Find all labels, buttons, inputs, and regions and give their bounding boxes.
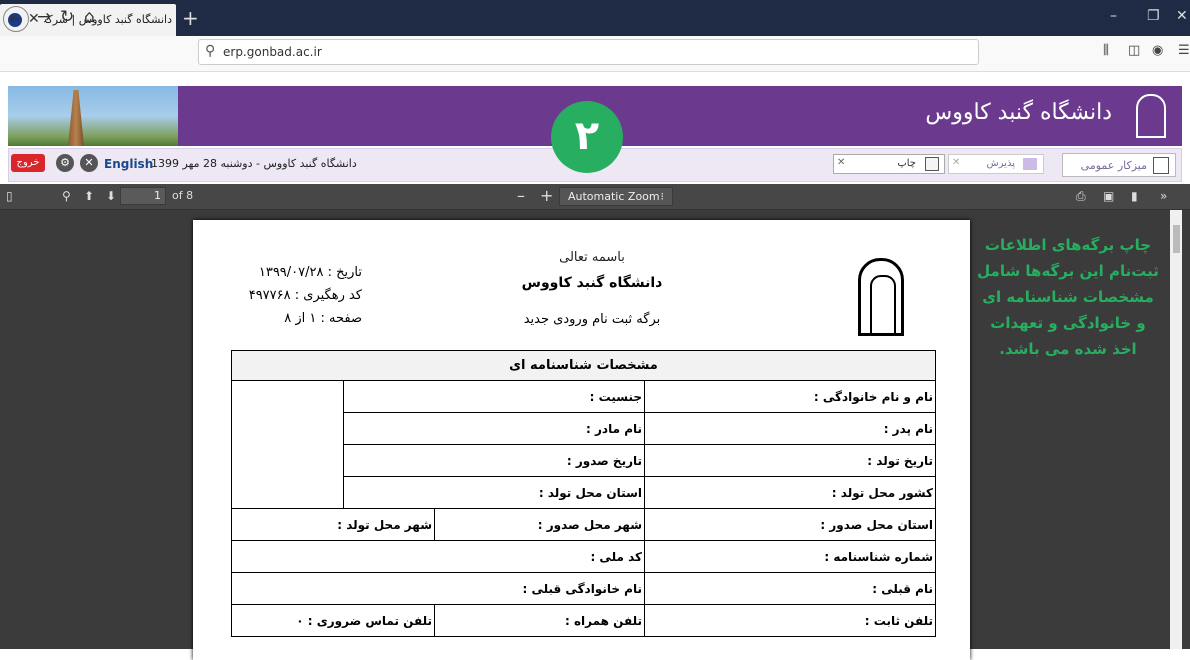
field-prev-name: نام قبلی :	[644, 572, 936, 605]
university-seal-icon	[858, 258, 904, 336]
field-full-name: نام و نام خانوادگی :	[644, 380, 936, 413]
field-mother-name: نام مادر :	[343, 412, 645, 445]
scrollbar[interactable]	[1170, 210, 1182, 649]
tracking-code: کد رهگیری : ۴۹۷۷۶۸	[248, 288, 362, 303]
admission-shortcut[interactable]: ✕ پذیرش	[948, 154, 1044, 174]
print-icon	[925, 157, 939, 171]
field-national-code: کد ملی :	[231, 540, 645, 573]
annotation-note: چاپ برگه‌های اطلاعات ثبت‌نام این برگه‌ها…	[977, 236, 1159, 358]
field-birth-country: کشور محل تولد :	[644, 476, 936, 509]
zoom-out-icon[interactable]: –	[517, 186, 525, 205]
close-icon[interactable]: ✕	[80, 154, 98, 172]
admission-icon	[1023, 158, 1037, 170]
minimize-icon[interactable]: –	[1110, 8, 1117, 24]
url-text: erp.gonbad.ac.ir	[223, 45, 322, 59]
field-father-name: نام پدر :	[644, 412, 936, 445]
page-indicator: صفحه : ۱ از ۸	[284, 311, 362, 326]
basmala-text: باسمه تعالی	[559, 250, 625, 265]
field-issue-province: استان محل صدور :	[644, 508, 936, 541]
field-birth-province: استان محل تولد :	[343, 476, 645, 509]
forward-icon[interactable]: →	[37, 7, 51, 27]
search-icon: ⚲	[205, 43, 216, 59]
id-info-table: مشخصات شناسنامه ای نام و نام خانوادگی : …	[231, 350, 936, 637]
field-birth-date: تاریخ تولد :	[644, 444, 936, 477]
remove-shortcut-icon[interactable]: ✕	[952, 157, 960, 168]
find-icon[interactable]: ⚲	[62, 189, 71, 203]
bookmark-icon[interactable]: ▮	[1131, 189, 1138, 203]
date-line: تاریخ : ۱۳۹۹/۰۷/۲۸	[258, 265, 362, 280]
field-prev-family: نام خانوادگی قبلی :	[231, 572, 645, 605]
field-issue-date: تاریخ صدور :	[343, 444, 645, 477]
account-icon[interactable]: ◉	[1152, 43, 1163, 58]
zoom-select[interactable]: Automatic Zoom ⁝	[559, 187, 673, 206]
window-close-icon[interactable]: ✕	[1176, 8, 1188, 24]
field-gender: جنسیت :	[343, 380, 645, 413]
library-icon[interactable]: ⫼	[1103, 43, 1109, 58]
page-total: of 8	[172, 189, 194, 202]
zoom-value: Automatic Zoom	[568, 190, 660, 203]
print-shortcut[interactable]: ✕ چاپ	[833, 154, 945, 174]
field-mobile: تلفن همراه :	[434, 604, 645, 637]
url-bar[interactable]: ⚲ erp.gonbad.ac.ir	[198, 39, 979, 65]
settings-icon[interactable]: ⚙	[56, 154, 74, 172]
section-title: مشخصات شناسنامه ای	[231, 350, 936, 381]
home-icon[interactable]: ⌂	[84, 7, 95, 27]
reload-icon[interactable]: ↻	[60, 7, 74, 27]
print-pdf-icon[interactable]: ⎙	[1076, 189, 1086, 204]
menu-icon[interactable]: ☰	[1178, 43, 1190, 58]
desk-label: میزکار عمومی	[1080, 159, 1147, 172]
field-landline: تلفن ثابت :	[644, 604, 936, 637]
prev-page-icon[interactable]: ⬆	[84, 189, 94, 203]
university-logo-text: دانشگاه گنبد کاووس	[925, 100, 1112, 125]
tower-photo	[8, 86, 178, 146]
remove-shortcut-icon[interactable]: ✕	[837, 157, 845, 168]
scrollbar-thumb[interactable]	[1173, 225, 1180, 253]
browser-tab-bar	[0, 0, 1190, 36]
form-title: برگه ثبت نام ورودی جدید	[523, 312, 661, 327]
field-issue-city: شهر محل صدور :	[434, 508, 645, 541]
date-info: دانشگاه گنبد کاووس - دوشنبه 28 مهر 1399	[151, 157, 357, 170]
dropdown-icon: ⁝	[660, 190, 665, 203]
university-name: دانشگاه گنبد کاووس	[521, 275, 663, 291]
print-label: چاپ	[897, 158, 916, 169]
restore-icon[interactable]: ❐	[1147, 8, 1160, 24]
admission-label: پذیرش	[986, 158, 1015, 169]
back-icon[interactable]: ←	[3, 6, 29, 32]
field-birth-city: شهر محل تولد :	[231, 508, 435, 541]
step-badge: ۲	[551, 101, 623, 173]
photo-cell	[231, 380, 344, 509]
desk-icon	[1153, 157, 1169, 174]
field-id-number: شماره شناسنامه :	[644, 540, 936, 573]
page-number-input[interactable]: 1	[120, 187, 166, 205]
next-page-icon[interactable]: ⬇	[106, 189, 116, 203]
new-tab-icon[interactable]: +	[182, 6, 199, 30]
save-pdf-icon[interactable]: ▣	[1103, 189, 1114, 203]
exit-button[interactable]: خروج	[11, 154, 45, 172]
sidebar-toggle-icon[interactable]: ▯	[6, 189, 13, 203]
general-desk-tab[interactable]: میزکار عمومی	[1062, 153, 1176, 177]
zoom-in-icon[interactable]: +	[540, 186, 553, 205]
sidebar-icon[interactable]: ◫	[1128, 43, 1140, 58]
field-emergency: تلفن تماس ضروری : ۰	[231, 604, 435, 637]
english-link[interactable]: English	[104, 157, 153, 171]
university-logo-icon	[1136, 94, 1166, 138]
tools-icon[interactable]: »	[1160, 189, 1167, 203]
